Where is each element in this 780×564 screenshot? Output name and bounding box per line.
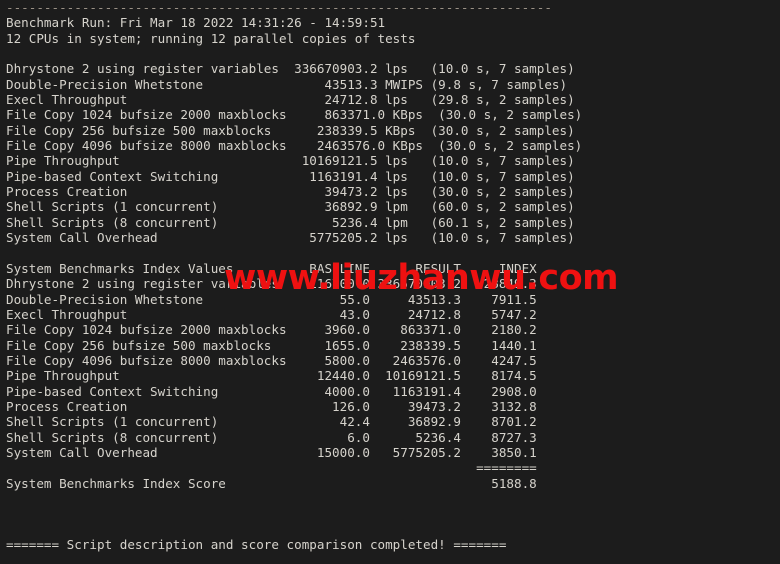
raw-result-row: File Copy 256 bufsize 500 maxblocks 2383… xyxy=(6,122,575,138)
benchmark-run-line: Benchmark Run: Fri Mar 18 2022 14:31:26 … xyxy=(6,15,386,31)
index-row: File Copy 256 bufsize 500 maxblocks 1655… xyxy=(6,337,537,353)
terminal-window[interactable]: ----------------------------------------… xyxy=(0,0,780,564)
index-score-line: System Benchmarks Index Score 5188.8 xyxy=(6,475,537,491)
raw-result-row: Execl Throughput 24712.8 lps (29.8 s, 2 … xyxy=(6,92,575,108)
index-row: Process Creation 126.0 39473.2 3132.8 xyxy=(6,398,537,414)
index-row: File Copy 1024 bufsize 2000 maxblocks 39… xyxy=(6,322,537,338)
index-row: Pipe Throughput 12440.0 10169121.5 8174.… xyxy=(6,368,537,384)
raw-result-row: Pipe Throughput 10169121.5 lps (10.0 s, … xyxy=(6,153,575,169)
index-row: Dhrystone 2 using register variables 116… xyxy=(6,276,537,292)
score-separator: ======== xyxy=(6,460,537,476)
raw-result-row: Shell Scripts (8 concurrent) 5236.4 lpm … xyxy=(6,214,575,230)
raw-results-block: Dhrystone 2 using register variables 336… xyxy=(6,61,780,245)
index-row: Execl Throughput 43.0 24712.8 5747.2 xyxy=(6,306,537,322)
index-row: Pipe-based Context Switching 4000.0 1163… xyxy=(6,383,537,399)
index-row: File Copy 4096 bufsize 8000 maxblocks 58… xyxy=(6,352,537,368)
raw-result-row: Double-Precision Whetstone 43513.3 MWIPS… xyxy=(6,76,568,92)
raw-result-row: File Copy 1024 bufsize 2000 maxblocks 86… xyxy=(6,107,583,123)
top-rule: ----------------------------------------… xyxy=(6,0,552,15)
raw-result-row: System Call Overhead 5775205.2 lps (10.0… xyxy=(6,230,575,246)
raw-result-row: Shell Scripts (1 concurrent) 36892.9 lpm… xyxy=(6,199,575,215)
index-row: Double-Precision Whetstone 55.0 43513.3 … xyxy=(6,291,537,307)
raw-result-row: File Copy 4096 bufsize 8000 maxblocks 24… xyxy=(6,138,583,154)
index-row: Shell Scripts (1 concurrent) 42.4 36892.… xyxy=(6,414,537,430)
raw-result-row: Pipe-based Context Switching 1163191.4 l… xyxy=(6,168,575,184)
index-row: Shell Scripts (8 concurrent) 6.0 5236.4 … xyxy=(6,429,537,445)
cpu-count-line: 12 CPUs in system; running 12 parallel c… xyxy=(6,30,416,46)
index-values-block: Dhrystone 2 using register variables 116… xyxy=(6,276,780,460)
index-table-header: System Benchmarks Index Values BASELINE … xyxy=(6,260,537,276)
raw-result-row: Dhrystone 2 using register variables 336… xyxy=(6,61,575,77)
index-row: System Call Overhead 15000.0 5775205.2 3… xyxy=(6,444,537,460)
footer-line: ======= Script description and score com… xyxy=(6,537,507,553)
raw-result-row: Process Creation 39473.2 lps (30.0 s, 2 … xyxy=(6,184,575,200)
